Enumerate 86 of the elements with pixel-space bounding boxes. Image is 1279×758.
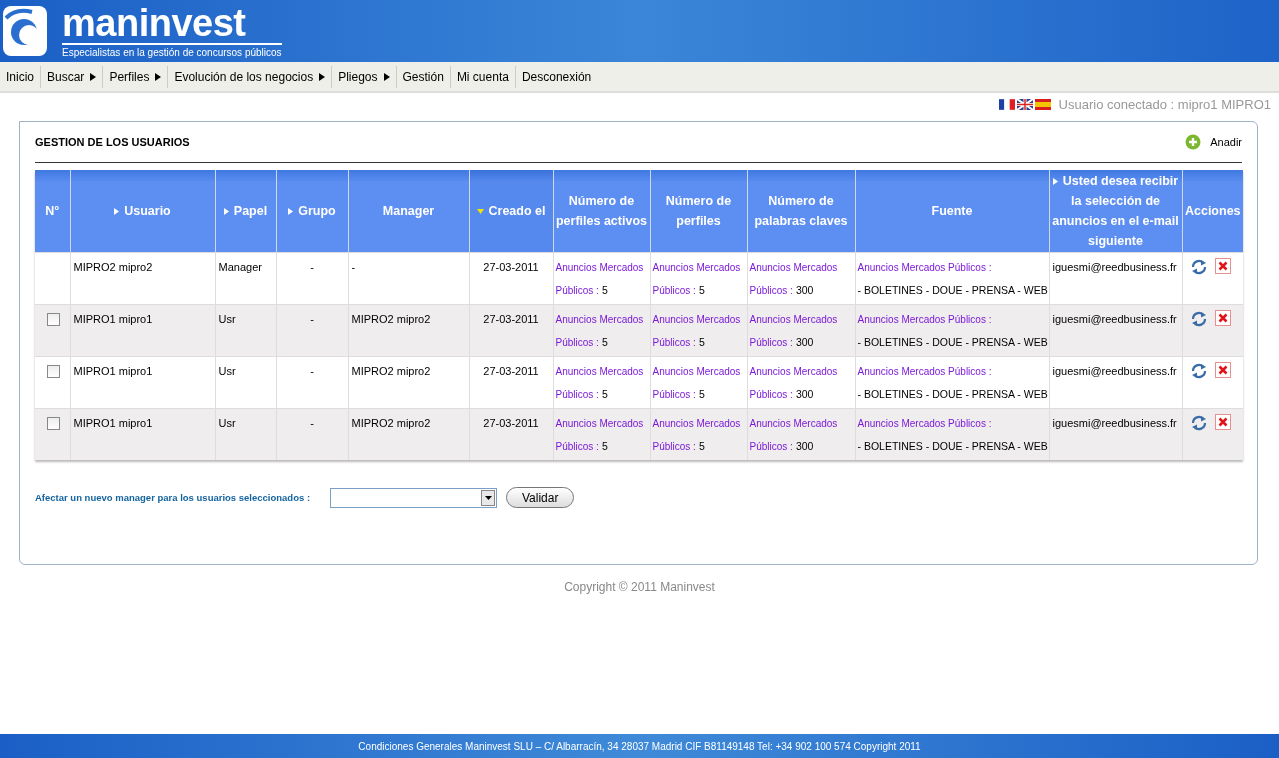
- column-header: Número de palabras claves: [747, 170, 855, 253]
- manager-select[interactable]: [330, 487, 497, 508]
- column-header: Manager: [348, 170, 469, 253]
- created-date: 27-03-2011: [483, 313, 539, 325]
- refresh-icon[interactable]: [1189, 258, 1208, 276]
- count-text: Anuncios Mercados Públicos : 5: [555, 365, 644, 400]
- email-text: iguesmi@reedbusiness.fr: [1052, 417, 1177, 429]
- menu-item[interactable]: Evolución de los negocios: [167, 65, 332, 88]
- group-text: -: [310, 313, 314, 325]
- count-text: Anuncios Mercados Públicos : 5: [652, 365, 741, 400]
- column-header: Fuente: [855, 170, 1049, 253]
- count-text: Anuncios Mercados Públicos : 300: [749, 313, 838, 348]
- group-text: -: [310, 417, 314, 429]
- panel-title: GESTION DE LOS USUARIOS: [35, 136, 190, 148]
- footer-text: Condiciones Generales Maninvest SLU – C/ Albarracín, 34 28037 Madrid CIF B81149148 Tel: +34 902 100 574 Copyright 2011: [358, 740, 921, 752]
- menu-item[interactable]: Mi cuenta: [449, 65, 515, 88]
- user-name: MIPRO1 mipro1: [73, 365, 153, 377]
- count-text: Anuncios Mercados Públicos : 5: [555, 261, 644, 296]
- role-text: Usr: [218, 417, 236, 429]
- delete-icon[interactable]: [1214, 310, 1231, 326]
- flag-icon[interactable]: [1034, 98, 1051, 110]
- copyright-text: Copyright © 2011 Maninvest: [563, 580, 716, 594]
- tagline: Especialistas en la gestión de concursos públicos: [62, 46, 282, 58]
- role-text: Usr: [218, 365, 236, 377]
- caret-icon: [484, 495, 492, 500]
- menu-item[interactable]: Pliegos: [331, 65, 396, 88]
- delete-icon[interactable]: [1214, 362, 1231, 378]
- count-text: Anuncios Mercados Públicos : 300: [749, 417, 838, 452]
- count-text: Anuncios Mercados Públicos : 5: [555, 313, 644, 348]
- user-name: MIPRO2 mipro2: [73, 261, 153, 273]
- manager-text: -: [351, 261, 356, 273]
- assign-manager-label: Afectar un nuevo manager para los usuarios seleccionados :: [35, 492, 312, 503]
- menu-item[interactable]: Buscar: [40, 65, 103, 88]
- count-text: Anuncios Mercados Públicos : 5: [555, 417, 644, 452]
- column-header: N°: [35, 170, 70, 253]
- add-link[interactable]: Anadir: [1210, 136, 1242, 148]
- menu-item[interactable]: Perfiles: [102, 65, 168, 88]
- created-date: 27-03-2011: [483, 417, 539, 429]
- logo-wordmark: maninvest: [62, 4, 282, 45]
- group-text: -: [310, 261, 314, 273]
- column-header: Acciones: [1182, 170, 1243, 253]
- row-checkbox[interactable]: [46, 313, 60, 326]
- refresh-icon[interactable]: [1189, 362, 1208, 380]
- column-header: Número de perfiles activos: [553, 170, 650, 253]
- row-checkbox[interactable]: [46, 365, 60, 378]
- sources-text: - BOLETINES - DOUE - PRENSA - WEB: [857, 336, 1048, 348]
- refresh-icon[interactable]: [1189, 414, 1208, 432]
- count-text: Anuncios Mercados Públicos : 5: [652, 417, 741, 452]
- email-text: iguesmi@reedbusiness.fr: [1052, 261, 1177, 273]
- source-label: Anuncios Mercados Públicos :: [857, 366, 992, 377]
- sources-text: - BOLETINES - DOUE - PRENSA - WEB: [857, 388, 1048, 400]
- manager-text: MIPRO2 mipro2: [351, 417, 431, 429]
- validate-button[interactable]: Validar: [506, 487, 575, 508]
- source-label: Anuncios Mercados Públicos :: [857, 418, 992, 429]
- created-date: 27-03-2011: [483, 365, 539, 377]
- group-text: -: [310, 365, 314, 377]
- menu-item[interactable]: Desconexión: [514, 65, 598, 88]
- user-name: MIPRO1 mipro1: [73, 417, 153, 429]
- count-text: Anuncios Mercados Públicos : 300: [749, 261, 838, 296]
- email-text: iguesmi@reedbusiness.fr: [1052, 365, 1177, 377]
- delete-icon[interactable]: [1214, 258, 1231, 274]
- column-header: Creado el: [469, 170, 553, 253]
- menu-item[interactable]: Inicio: [0, 65, 40, 88]
- menu-item[interactable]: Gestión: [395, 65, 450, 88]
- sources-text: - BOLETINES - DOUE - PRENSA - WEB: [857, 440, 1048, 452]
- flag-icon[interactable]: [1016, 98, 1033, 110]
- count-text: Anuncios Mercados Públicos : 300: [749, 365, 838, 400]
- count-text: Anuncios Mercados Públicos : 5: [652, 313, 741, 348]
- sources-text: - BOLETINES - DOUE - PRENSA - WEB: [857, 284, 1048, 296]
- flag-icon[interactable]: [998, 98, 1015, 110]
- role-text: Manager: [218, 261, 262, 273]
- column-header: Número de perfiles: [650, 170, 747, 253]
- row-checkbox[interactable]: [46, 417, 60, 430]
- created-date: 27-03-2011: [483, 261, 539, 273]
- manager-text: MIPRO2 mipro2: [351, 313, 431, 325]
- manager-text: MIPRO2 mipro2: [351, 365, 431, 377]
- role-text: Usr: [218, 313, 236, 325]
- source-label: Anuncios Mercados Públicos :: [857, 262, 992, 273]
- user-name: MIPRO1 mipro1: [73, 313, 153, 325]
- email-text: iguesmi@reedbusiness.fr: [1052, 313, 1177, 325]
- delete-icon[interactable]: [1214, 414, 1231, 430]
- count-text: Anuncios Mercados Públicos : 5: [652, 261, 741, 296]
- refresh-icon[interactable]: [1189, 310, 1208, 328]
- source-label: Anuncios Mercados Públicos :: [857, 314, 992, 325]
- connected-user-text: Usuario conectado : mipro1 MIPRO1: [1058, 96, 1271, 112]
- logo-icon: [2, 4, 48, 58]
